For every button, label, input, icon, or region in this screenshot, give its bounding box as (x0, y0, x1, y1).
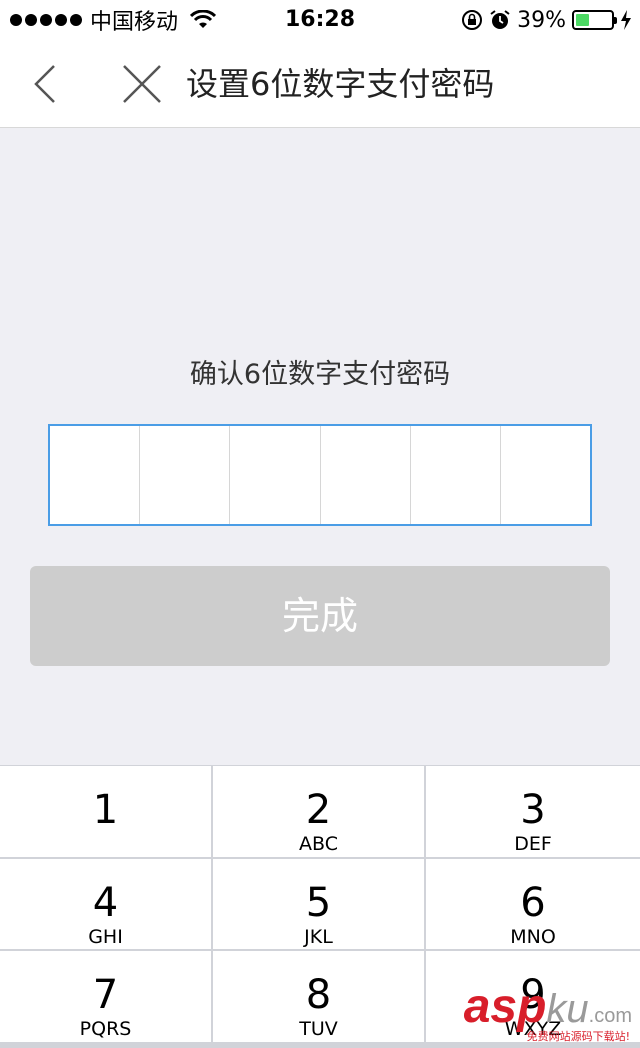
status-bar: 中国移动 16:28 39% (0, 0, 640, 40)
key-letters: PQRS (79, 1018, 132, 1040)
key-4[interactable]: 4 GHI (0, 859, 211, 949)
close-icon[interactable] (120, 62, 164, 106)
key-letters: MNO (510, 926, 556, 948)
battery-icon (572, 10, 617, 30)
pin-cell-2[interactable] (140, 426, 231, 524)
key-5[interactable]: 5 JKL (213, 859, 424, 949)
alarm-icon (490, 10, 510, 29)
key-letters: TUV (299, 1018, 338, 1040)
rotation-lock-icon (462, 10, 483, 30)
key-digit: 8 (305, 972, 332, 1018)
key-digit: 2 (305, 787, 332, 833)
chevron-left-icon[interactable] (26, 62, 66, 106)
pin-prompt: 确认6位数字支付密码 (189, 359, 451, 390)
key-digit: 5 (305, 880, 332, 926)
key-letters: JKL (304, 926, 333, 948)
charging-icon (621, 10, 631, 30)
pin-cell-1[interactable] (50, 426, 141, 524)
key-6[interactable]: 6 MNO (426, 859, 640, 949)
key-2[interactable]: 2 ABC (213, 766, 424, 857)
key-7[interactable]: 7 PQRS (0, 951, 211, 1042)
pin-cell-5[interactable] (411, 426, 501, 524)
pin-cell-4[interactable] (321, 426, 411, 524)
pin-cell-6[interactable] (501, 426, 590, 524)
battery-fill (576, 14, 590, 26)
battery-percent: 39% (517, 7, 566, 33)
nav-bar: 设置6位数字支付密码 (0, 40, 640, 128)
key-3[interactable]: 3 DEF (426, 766, 640, 857)
watermark-text-gray: ku (546, 987, 589, 1031)
pin-input[interactable] (48, 424, 592, 526)
page-title: 设置6位数字支付密码 (186, 65, 495, 103)
pin-cell-3[interactable] (230, 426, 321, 524)
watermark-suffix: .com (588, 1005, 632, 1027)
watermark-subtitle: 免费网站源码下载站! (526, 1030, 630, 1043)
key-digit: 1 (92, 787, 119, 833)
key-digit: 4 (92, 880, 119, 926)
key-1[interactable]: 1 (0, 766, 211, 857)
key-digit: 7 (92, 972, 119, 1018)
watermark-text-red: asp (463, 980, 547, 1033)
done-button[interactable]: 完成 (30, 566, 610, 666)
key-letters: ABC (299, 833, 338, 855)
key-digit: 6 (520, 880, 546, 926)
key-letters: GHI (88, 926, 123, 948)
key-8[interactable]: 8 TUV (213, 951, 424, 1042)
key-letters: DEF (514, 833, 552, 855)
key-digit: 3 (520, 787, 546, 833)
status-right: 39% (461, 6, 632, 34)
